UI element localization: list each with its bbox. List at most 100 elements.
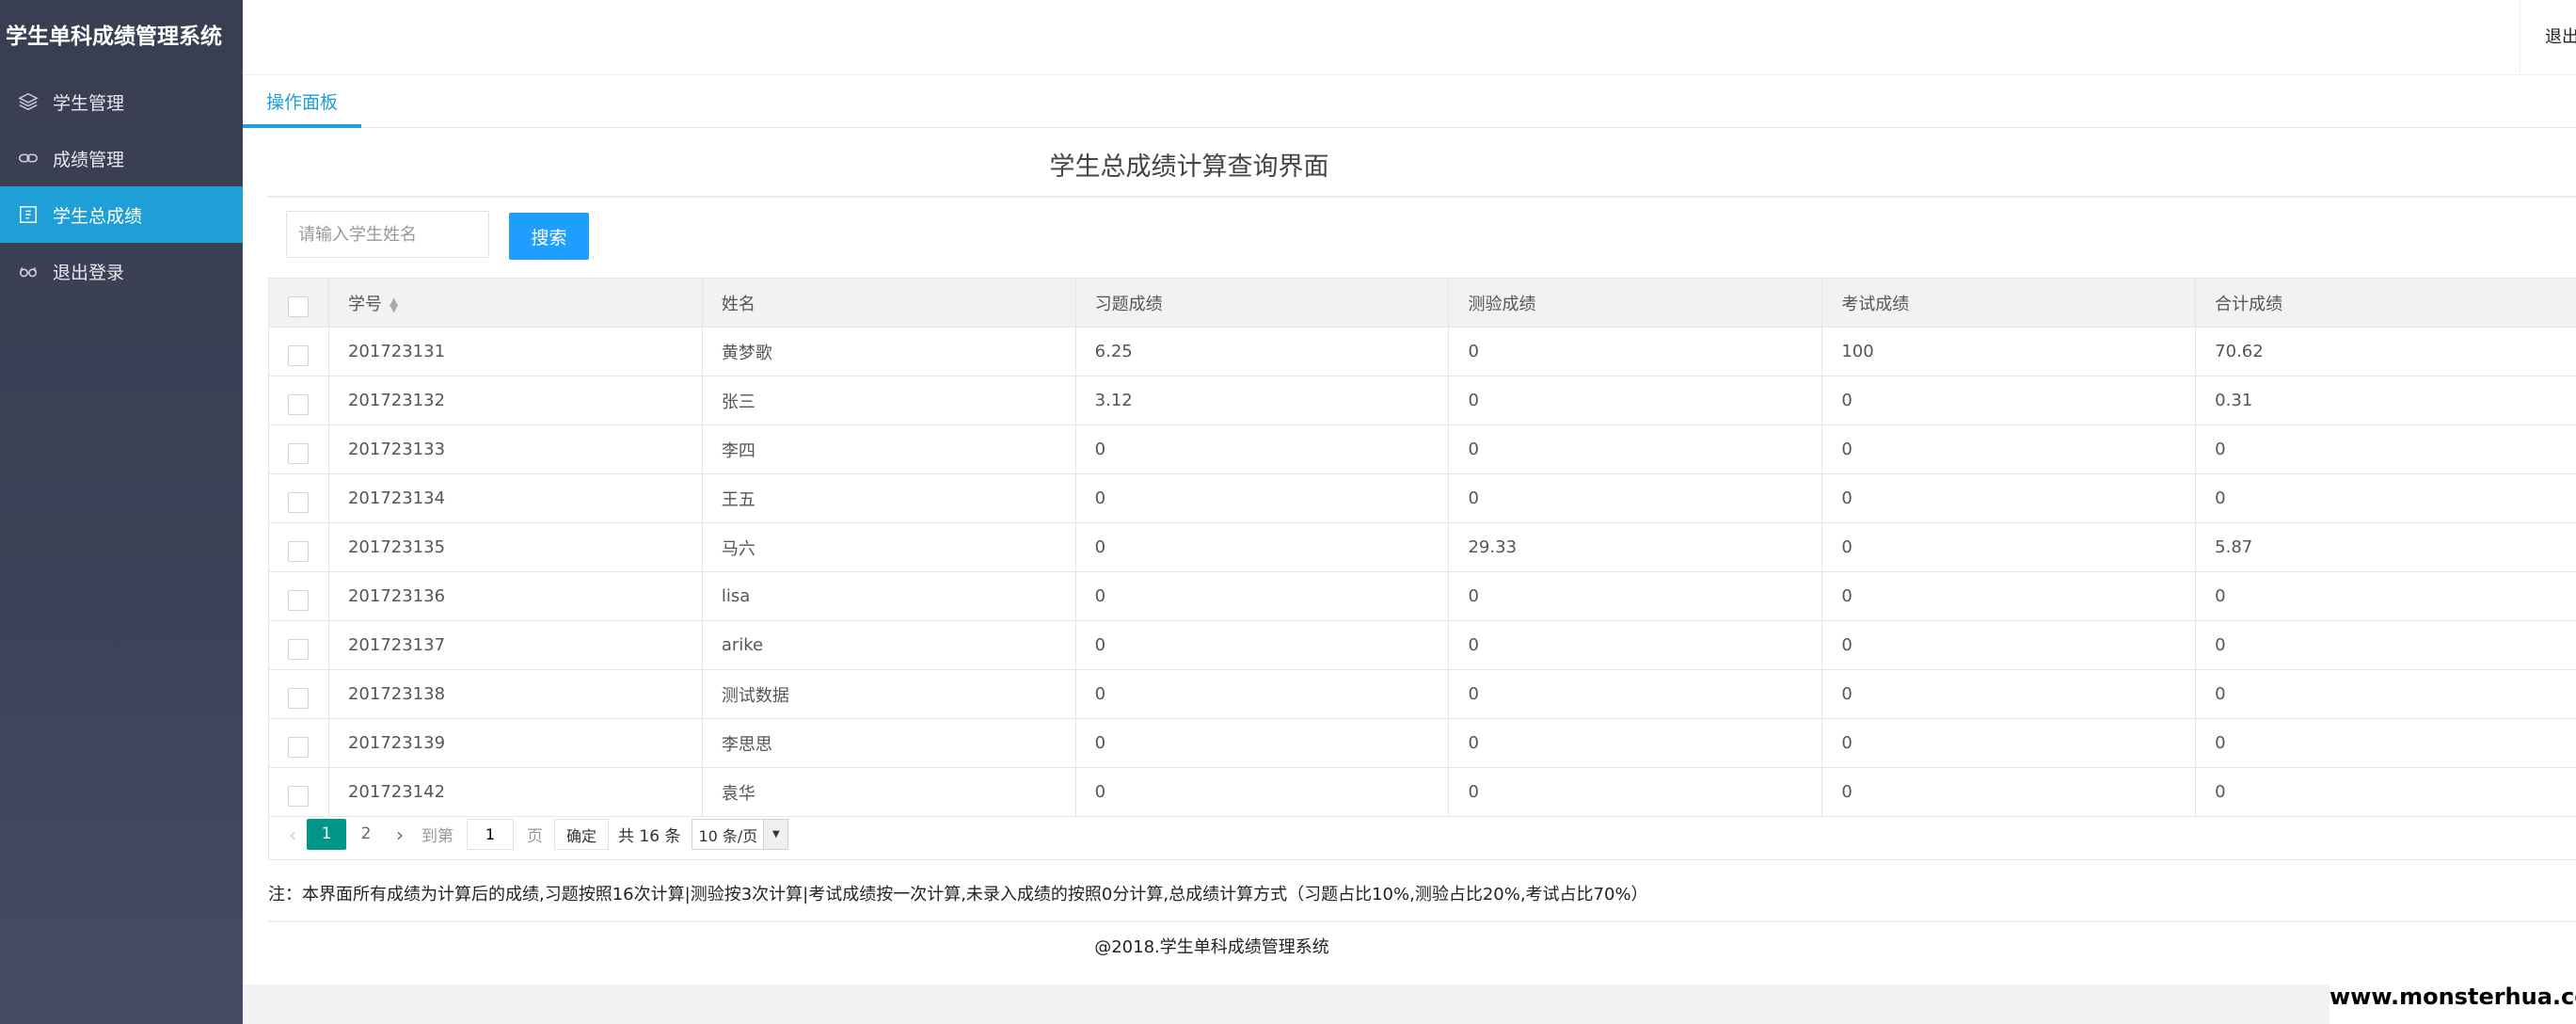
sidebar: 学生单科成绩管理系统 学生管理 成绩管理 学生总成绩 退出登录 xyxy=(0,0,243,1024)
table-cell: 0 xyxy=(1821,424,2197,474)
select-all-checkbox[interactable] xyxy=(288,296,310,317)
page-1-button[interactable]: 1 xyxy=(307,819,346,850)
table-cell: 马六 xyxy=(701,522,1076,572)
sidebar-item-logout[interactable]: 退出登录 xyxy=(0,243,243,299)
table-cell: 测试数据 xyxy=(701,669,1076,719)
tab-bar: 操作面板 xyxy=(243,75,2576,128)
row-checkbox-cell xyxy=(268,571,329,621)
table-cell: 201723139 xyxy=(327,718,703,768)
table-cell: 0 xyxy=(1448,424,1823,474)
table-row[interactable]: 201723134 王五 0 0 0 0 xyxy=(268,473,2576,523)
table-cell: 0.31 xyxy=(2195,376,2576,425)
sidebar-item-label: 退出登录 xyxy=(53,262,125,283)
main-panel: 学生总成绩计算查询界面 搜索 学号▲▼ 姓名 习题成绩 测验成绩 考试成绩 合计… xyxy=(243,128,2576,984)
table-cell: 0 xyxy=(1821,718,2197,768)
table-row[interactable]: 201723138 测试数据 0 0 0 0 xyxy=(268,669,2576,719)
table-row[interactable]: 201723131 黄梦歌 6.25 0 100 70.62 xyxy=(268,327,2576,376)
table-cell: 0 xyxy=(2195,669,2576,719)
column-header-total: 合计成绩 xyxy=(2195,278,2576,328)
table-cell: 201723137 xyxy=(327,620,703,670)
column-header-name: 姓名 xyxy=(701,278,1076,328)
row-checkbox[interactable] xyxy=(288,442,310,464)
row-checkbox[interactable] xyxy=(288,540,310,562)
page-2-button[interactable]: 2 xyxy=(346,819,386,850)
table-row[interactable]: 201723139 李思思 0 0 0 0 xyxy=(268,718,2576,768)
table-cell: 201723131 xyxy=(327,327,703,376)
sidebar-item-student-management[interactable]: 学生管理 xyxy=(0,73,243,130)
table-cell: 70.62 xyxy=(2195,327,2576,376)
prev-page-icon[interactable]: ‹ xyxy=(278,824,307,846)
row-checkbox[interactable] xyxy=(288,785,310,807)
goto-confirm-button[interactable]: 确定 xyxy=(554,819,610,850)
sort-icon[interactable]: ▲ ▼ xyxy=(390,296,398,313)
table-row[interactable]: 201723133 李四 0 0 0 0 xyxy=(268,424,2576,474)
row-checkbox-cell xyxy=(268,424,329,474)
page-size-select[interactable]: 10 条/页 ▼ xyxy=(692,819,789,850)
dropdown-arrow-icon: ▼ xyxy=(763,820,788,849)
tab-operation-panel[interactable]: 操作面板 xyxy=(243,75,361,128)
table-cell: 0 xyxy=(1074,571,1450,621)
table-cell: 0 xyxy=(1074,718,1450,768)
table-cell: 0 xyxy=(2195,571,2576,621)
row-checkbox[interactable] xyxy=(288,491,310,513)
table-cell: 201723134 xyxy=(327,473,703,523)
table-row[interactable]: 201723137 arike 0 0 0 0 xyxy=(268,620,2576,670)
row-checkbox[interactable] xyxy=(288,638,310,660)
search-input[interactable] xyxy=(286,211,489,258)
table-cell: 0 xyxy=(1074,620,1450,670)
table-cell: 0 xyxy=(2195,718,2576,768)
row-checkbox[interactable] xyxy=(288,344,310,366)
table-cell: 201723138 xyxy=(327,669,703,719)
table-cell: 100 xyxy=(1821,327,2197,376)
column-header-student-id[interactable]: 学号 ▲ ▼ xyxy=(327,278,703,328)
row-checkbox-cell xyxy=(268,522,329,572)
table-cell: 0 xyxy=(1074,669,1450,719)
table-row[interactable]: 201723132 张三 3.12 0 0 0.31 xyxy=(268,376,2576,425)
table-cell: 0 xyxy=(1074,473,1450,523)
layers-icon xyxy=(16,89,40,114)
glasses-icon xyxy=(16,259,40,283)
table-cell: 0 xyxy=(1448,620,1823,670)
link-icon xyxy=(16,146,40,170)
total-count: 共 16 条 xyxy=(618,827,681,846)
goto-label: 到第 xyxy=(421,827,453,846)
row-checkbox-cell xyxy=(268,376,329,425)
table-row[interactable]: 201723136 lisa 0 0 0 0 xyxy=(268,571,2576,621)
table-cell: 0 xyxy=(1821,473,2197,523)
page-title: 学生总成绩计算查询界面 xyxy=(267,128,2576,198)
calculation-note: 注：本界面所有成绩为计算后的成绩,习题按照16次计算|测验按3次计算|考试成绩按… xyxy=(268,885,1648,904)
app-title: 学生单科成绩管理系统 xyxy=(6,24,222,49)
table-cell: lisa xyxy=(701,571,1076,621)
row-checkbox[interactable] xyxy=(288,393,310,415)
page-unit-label: 页 xyxy=(527,827,543,846)
sidebar-item-label: 学生总成绩 xyxy=(53,205,143,227)
sidebar-item-total-scores[interactable]: 学生总成绩 xyxy=(0,186,243,243)
table-cell: 3.12 xyxy=(1074,376,1450,425)
table-cell: 0 xyxy=(2195,620,2576,670)
table-cell: 201723132 xyxy=(327,376,703,425)
row-checkbox[interactable] xyxy=(288,687,310,709)
table-cell: 0 xyxy=(1448,473,1823,523)
table-row[interactable]: 201723135 马六 0 29.33 0 5.87 xyxy=(268,522,2576,572)
table-cell: 0 xyxy=(2195,473,2576,523)
table-cell: 6.25 xyxy=(1074,327,1450,376)
sidebar-item-label: 学生管理 xyxy=(53,92,125,114)
goto-page-input[interactable] xyxy=(467,819,514,850)
top-header: 退出 xyxy=(243,0,2576,75)
sidebar-item-score-management[interactable]: 成绩管理 xyxy=(0,130,243,186)
search-button[interactable]: 搜索 xyxy=(509,213,589,260)
row-checkbox-cell xyxy=(268,669,329,719)
copyright: @2018.学生单科成绩管理系统 xyxy=(1094,937,1329,957)
column-header-quiz: 测验成绩 xyxy=(1448,278,1823,328)
row-checkbox[interactable] xyxy=(288,589,310,611)
header-checkbox-cell xyxy=(268,278,329,328)
document-icon xyxy=(16,202,40,227)
table-cell: 李思思 xyxy=(701,718,1076,768)
row-checkbox[interactable] xyxy=(288,736,310,758)
table-cell: 201723136 xyxy=(327,571,703,621)
row-checkbox-cell xyxy=(268,718,329,768)
table-cell: 0 xyxy=(1448,376,1823,425)
table-cell: 0 xyxy=(1448,669,1823,719)
logout-link[interactable]: 退出 xyxy=(2520,0,2576,75)
next-page-icon[interactable]: › xyxy=(386,824,414,846)
